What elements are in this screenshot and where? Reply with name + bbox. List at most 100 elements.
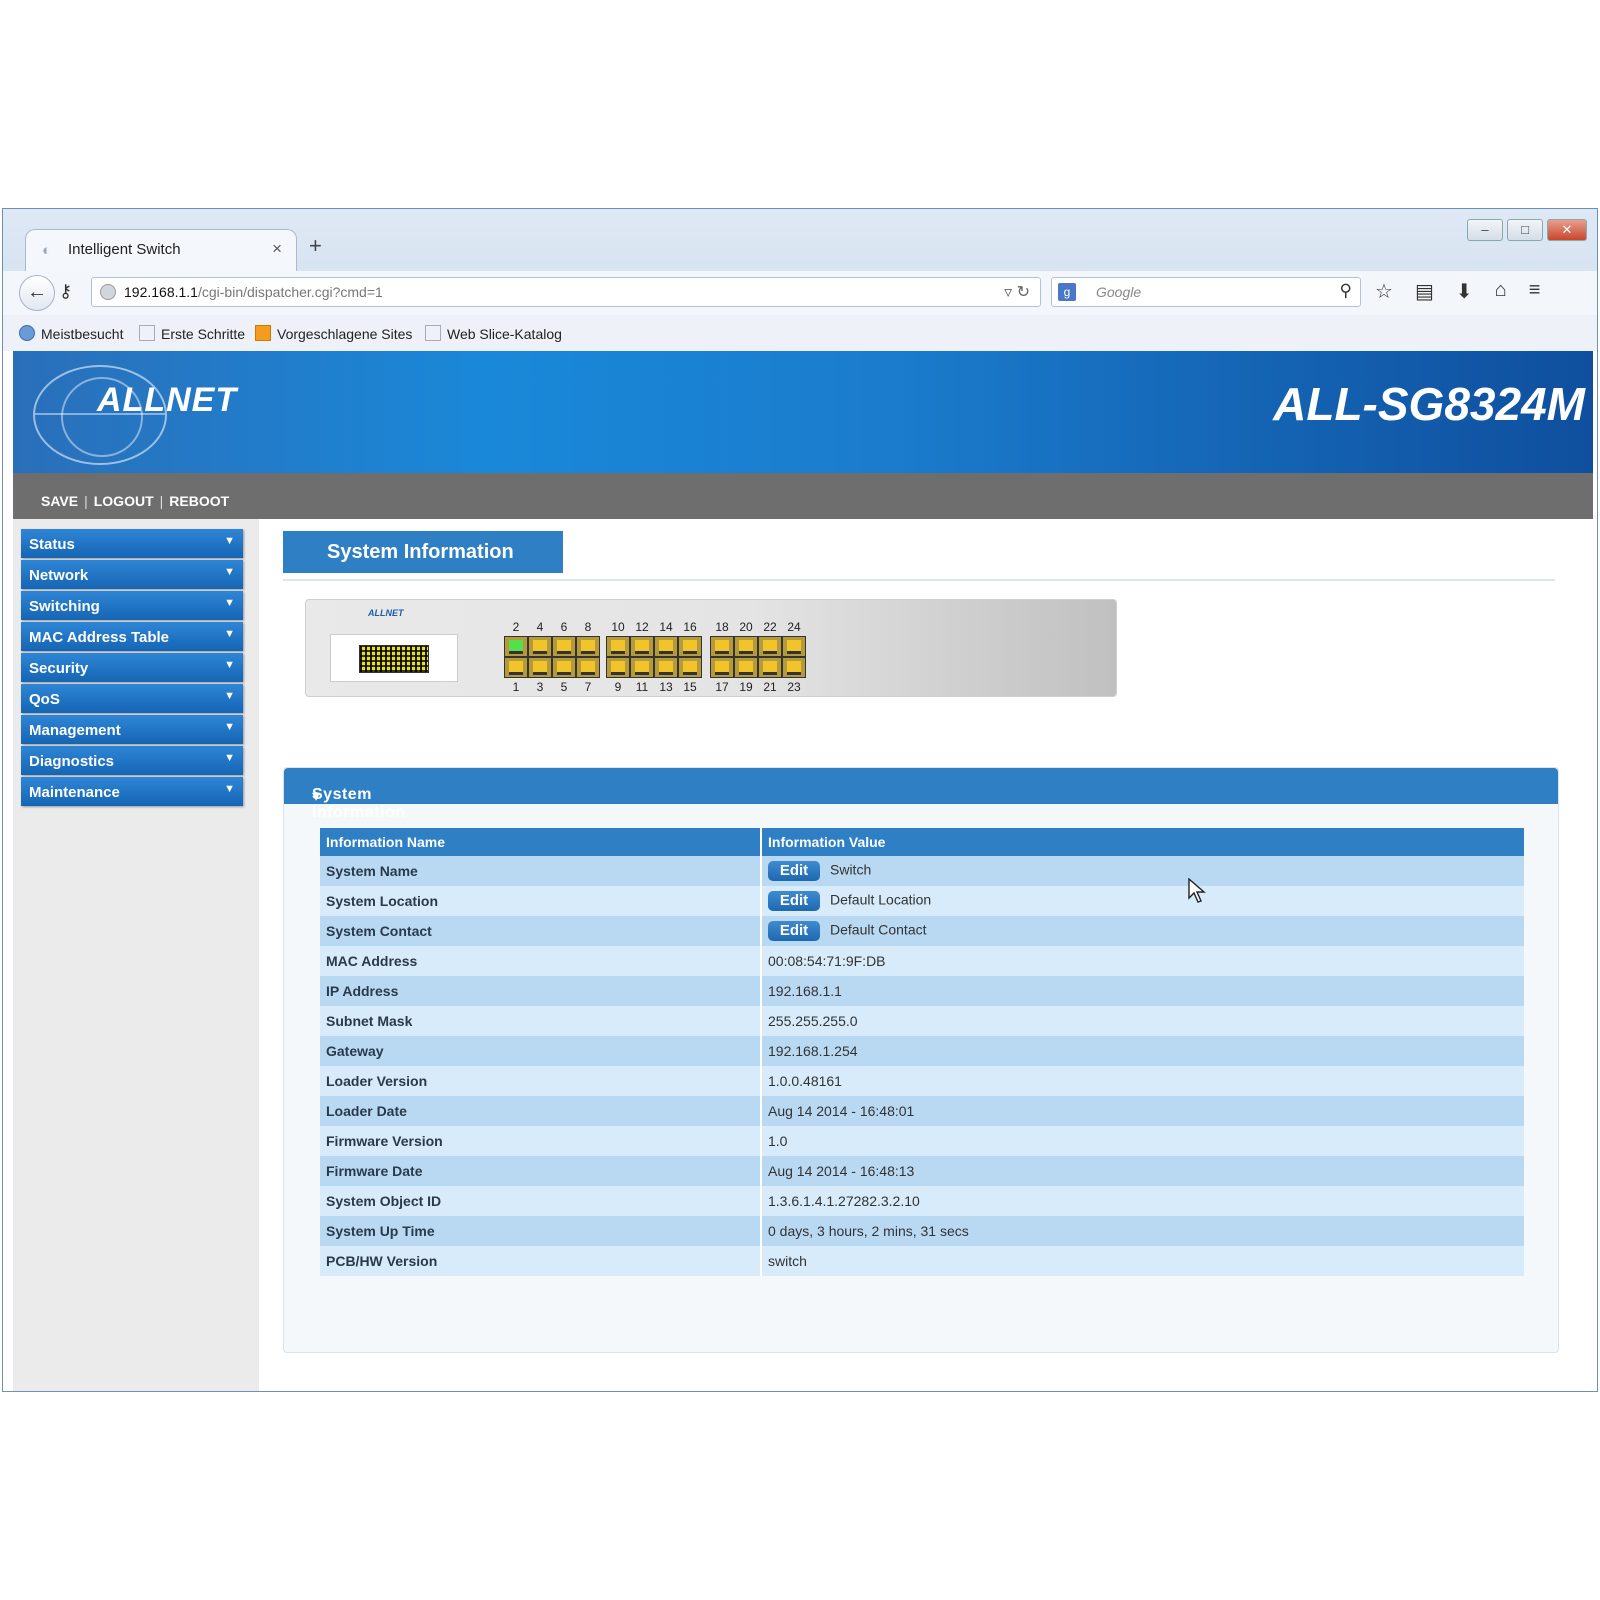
browser-chrome: ◐ Intelligent Switch × + – □ ✕ ← ⚷ 192.1… — [3, 209, 1597, 351]
globe-icon — [100, 284, 116, 300]
sidebar-item-label: Management — [29, 722, 121, 739]
edit-button[interactable]: Edit — [768, 861, 820, 881]
switch-port-13[interactable] — [654, 657, 678, 678]
port-number-label: 14 — [659, 620, 673, 634]
port-column — [552, 636, 576, 678]
sidebar-item-maintenance[interactable]: Maintenance ▼ — [21, 777, 243, 806]
bookmark-vorgeschlagene-sites[interactable]: Vorgeschlagene Sites — [255, 325, 412, 342]
switch-port-20[interactable] — [734, 636, 758, 657]
tab-close-icon[interactable]: × — [272, 239, 282, 259]
port-number-label: 2 — [512, 620, 520, 634]
logout-link[interactable]: LOGOUT — [94, 493, 154, 509]
info-value-cell: 0 days, 3 hours, 2 mins, 31 secs — [761, 1216, 1524, 1246]
key-icon[interactable]: ⚷ — [59, 281, 72, 302]
page-icon — [139, 325, 155, 341]
switch-port-12[interactable] — [630, 636, 654, 657]
switch-port-16[interactable] — [678, 636, 702, 657]
sidebar-menu: Status ▼ Network ▼ Switching ▼ MAC Address … — [21, 529, 243, 808]
switch-port-7[interactable] — [576, 657, 600, 678]
bookmark-erste-schritte[interactable]: Erste Schritte — [139, 325, 245, 342]
switch-port-19[interactable] — [734, 657, 758, 678]
sidebar: Status ▼ Network ▼ Switching ▼ MAC Address … — [13, 519, 259, 1391]
switch-port-14[interactable] — [654, 636, 678, 657]
switch-port-6[interactable] — [552, 636, 576, 657]
menu-icon[interactable]: ≡ — [1529, 279, 1541, 304]
switch-port-3[interactable] — [528, 657, 552, 678]
title-divider — [283, 579, 1555, 581]
close-window-icon[interactable]: ✕ — [1547, 219, 1587, 241]
sidebar-item-management[interactable]: Management ▼ — [21, 715, 243, 744]
port-number-label: 21 — [763, 680, 777, 694]
bookmark-meistbesucht[interactable]: Meistbesucht — [19, 325, 123, 342]
info-value-cell: 1.3.6.1.4.1.27282.3.2.10 — [761, 1186, 1524, 1216]
switch-port-10[interactable] — [606, 636, 630, 657]
sidebar-item-security[interactable]: Security ▼ — [21, 653, 243, 682]
search-icon[interactable]: ⚲ — [1340, 281, 1352, 301]
sidebar-item-status[interactable]: Status ▼ — [21, 529, 243, 558]
sidebar-item-qos[interactable]: QoS ▼ — [21, 684, 243, 713]
table-row: System Contact Edit Default Contact — [320, 916, 1524, 946]
table-row: Loader Date Aug 14 2014 - 16:48:01 — [320, 1096, 1524, 1126]
back-arrow-icon[interactable]: ← — [19, 275, 55, 311]
url-bar[interactable]: 192.168.1.1/cgi-bin/dispatcher.cgi?cmd=1… — [91, 277, 1041, 307]
switch-port-21[interactable] — [758, 657, 782, 678]
switch-port-2[interactable] — [504, 636, 528, 657]
port-column — [734, 636, 758, 678]
reload-icon[interactable]: ▿ ↻ — [1004, 282, 1030, 302]
switch-port-11[interactable] — [630, 657, 654, 678]
switch-port-23[interactable] — [782, 657, 806, 678]
table-row: Firmware Date Aug 14 2014 - 16:48:13 — [320, 1156, 1524, 1186]
port-number-label: 10 — [611, 620, 625, 634]
new-tab-button[interactable]: + — [309, 233, 322, 259]
home-icon[interactable]: ⌂ — [1495, 279, 1507, 304]
star-icon[interactable]: ☆ — [1375, 279, 1393, 304]
edit-button[interactable]: Edit — [768, 891, 820, 911]
browser-window: ◐ Intelligent Switch × + – □ ✕ ← ⚷ 192.1… — [2, 208, 1598, 1392]
table-row: System Up Time 0 days, 3 hours, 2 mins, 3… — [320, 1216, 1524, 1246]
info-name-cell: System Contact — [320, 916, 762, 946]
reboot-link[interactable]: REBOOT — [169, 493, 229, 509]
maximize-icon[interactable]: □ — [1507, 219, 1543, 241]
port-number-label: 15 — [683, 680, 697, 694]
info-value-cell: 255.255.255.0 — [761, 1006, 1524, 1036]
sidebar-item-mac-address-table[interactable]: MAC Address Table ▼ — [21, 622, 243, 651]
switch-port-22[interactable] — [758, 636, 782, 657]
column-header-name: Information Name — [320, 828, 762, 856]
chevron-down-icon: ▼ — [224, 628, 235, 640]
switch-port-8[interactable] — [576, 636, 600, 657]
search-placeholder: Google — [1096, 284, 1142, 300]
bookmark-web-slice-katalog[interactable]: Web Slice-Katalog — [425, 325, 562, 342]
sidebar-item-label: Diagnostics — [29, 753, 115, 770]
switch-port-4[interactable] — [528, 636, 552, 657]
switch-port-15[interactable] — [678, 657, 702, 678]
switch-port-5[interactable] — [552, 657, 576, 678]
sidebar-item-switching[interactable]: Switching ▼ — [21, 591, 243, 620]
info-name-cell: Subnet Mask — [320, 1006, 762, 1036]
info-value-cell: Edit Default Location — [761, 886, 1524, 916]
browser-tab[interactable]: ◐ Intelligent Switch × — [25, 229, 297, 272]
download-icon[interactable]: ⬇ — [1456, 279, 1473, 304]
search-bar[interactable]: g Google ⚲ — [1051, 277, 1361, 307]
table-body: System Name Edit Switch System Location Edit… — [320, 856, 1524, 1276]
minimize-icon[interactable]: – — [1467, 219, 1503, 241]
switch-port-17[interactable] — [710, 657, 734, 678]
page-title-box: System Information — [283, 531, 563, 573]
separator: | — [84, 493, 88, 509]
switch-port-24[interactable] — [782, 636, 806, 657]
sidebar-item-diagnostics[interactable]: Diagnostics ▼ — [21, 746, 243, 775]
port-column — [576, 636, 600, 678]
switch-front-panel: ALLNET 2 1 4 3 6 5 8 7 10 9 12 11 14 13 16 15 18 17 20 19 22… — [305, 599, 1117, 697]
sidebar-item-network[interactable]: Network ▼ — [21, 560, 243, 589]
clipboard-icon[interactable]: ▤ — [1415, 279, 1434, 304]
switch-port-18[interactable] — [710, 636, 734, 657]
edit-button[interactable]: Edit — [768, 921, 820, 941]
section-header[interactable]: ▾ System Information — [284, 768, 1558, 821]
google-icon[interactable]: g — [1058, 283, 1076, 301]
info-name-cell: System Name — [320, 856, 762, 886]
port-number-label: 9 — [614, 680, 622, 694]
switch-port-1[interactable] — [504, 657, 528, 678]
url-text: 192.168.1.1/cgi-bin/dispatcher.cgi?cmd=1 — [124, 284, 383, 300]
switch-port-9[interactable] — [606, 657, 630, 678]
save-link[interactable]: SAVE — [41, 493, 78, 509]
table-row: System Name Edit Switch — [320, 856, 1524, 886]
